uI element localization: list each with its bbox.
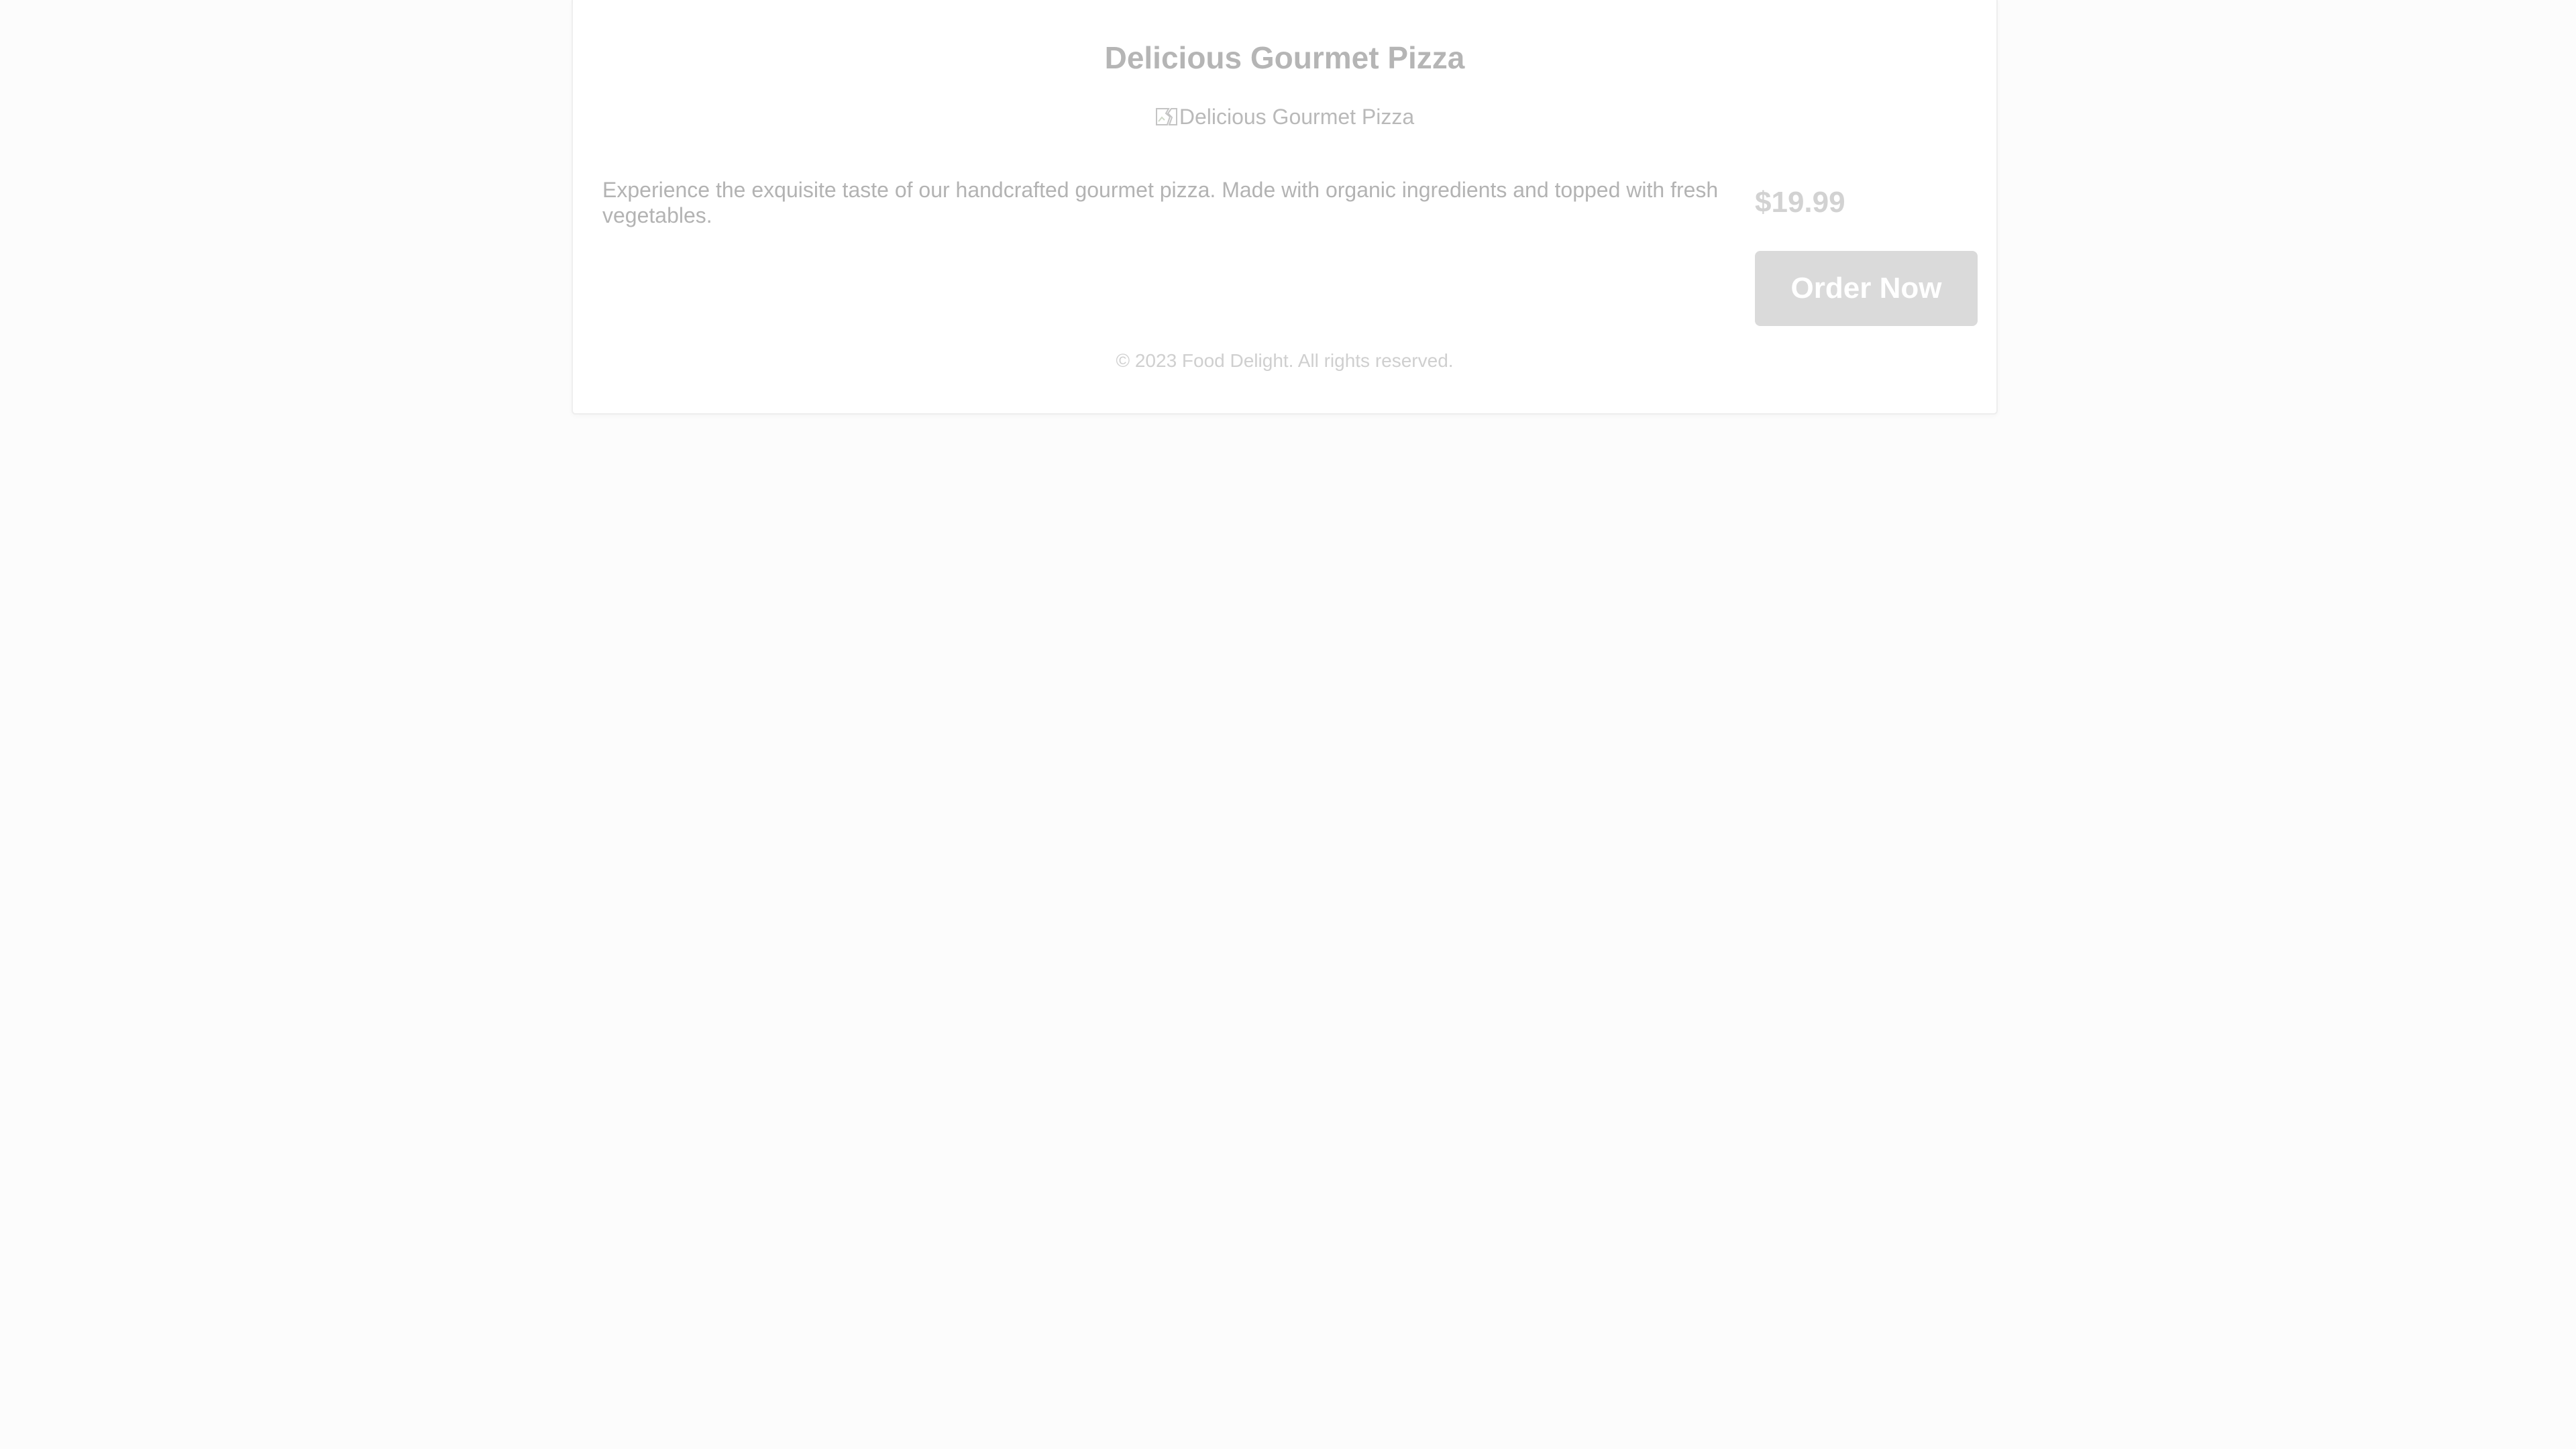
broken-image-icon [1155, 108, 1177, 125]
product-image: Delicious Gourmet Pizza [573, 101, 1996, 133]
order-now-button[interactable]: Order Now [1755, 251, 1978, 326]
product-title: Delicious Gourmet Pizza [1104, 40, 1465, 75]
product-card: Delicious Gourmet Pizza Delicious Gourme… [572, 0, 1998, 415]
footer-copyright: © 2023 Food Delight. All rights reserved… [1116, 350, 1454, 371]
product-description: Experience the exquisite taste of our ha… [602, 178, 1719, 227]
product-price: $19.99 [1755, 186, 1845, 219]
product-image-alt-text: Delicious Gourmet Pizza [1179, 105, 1415, 129]
